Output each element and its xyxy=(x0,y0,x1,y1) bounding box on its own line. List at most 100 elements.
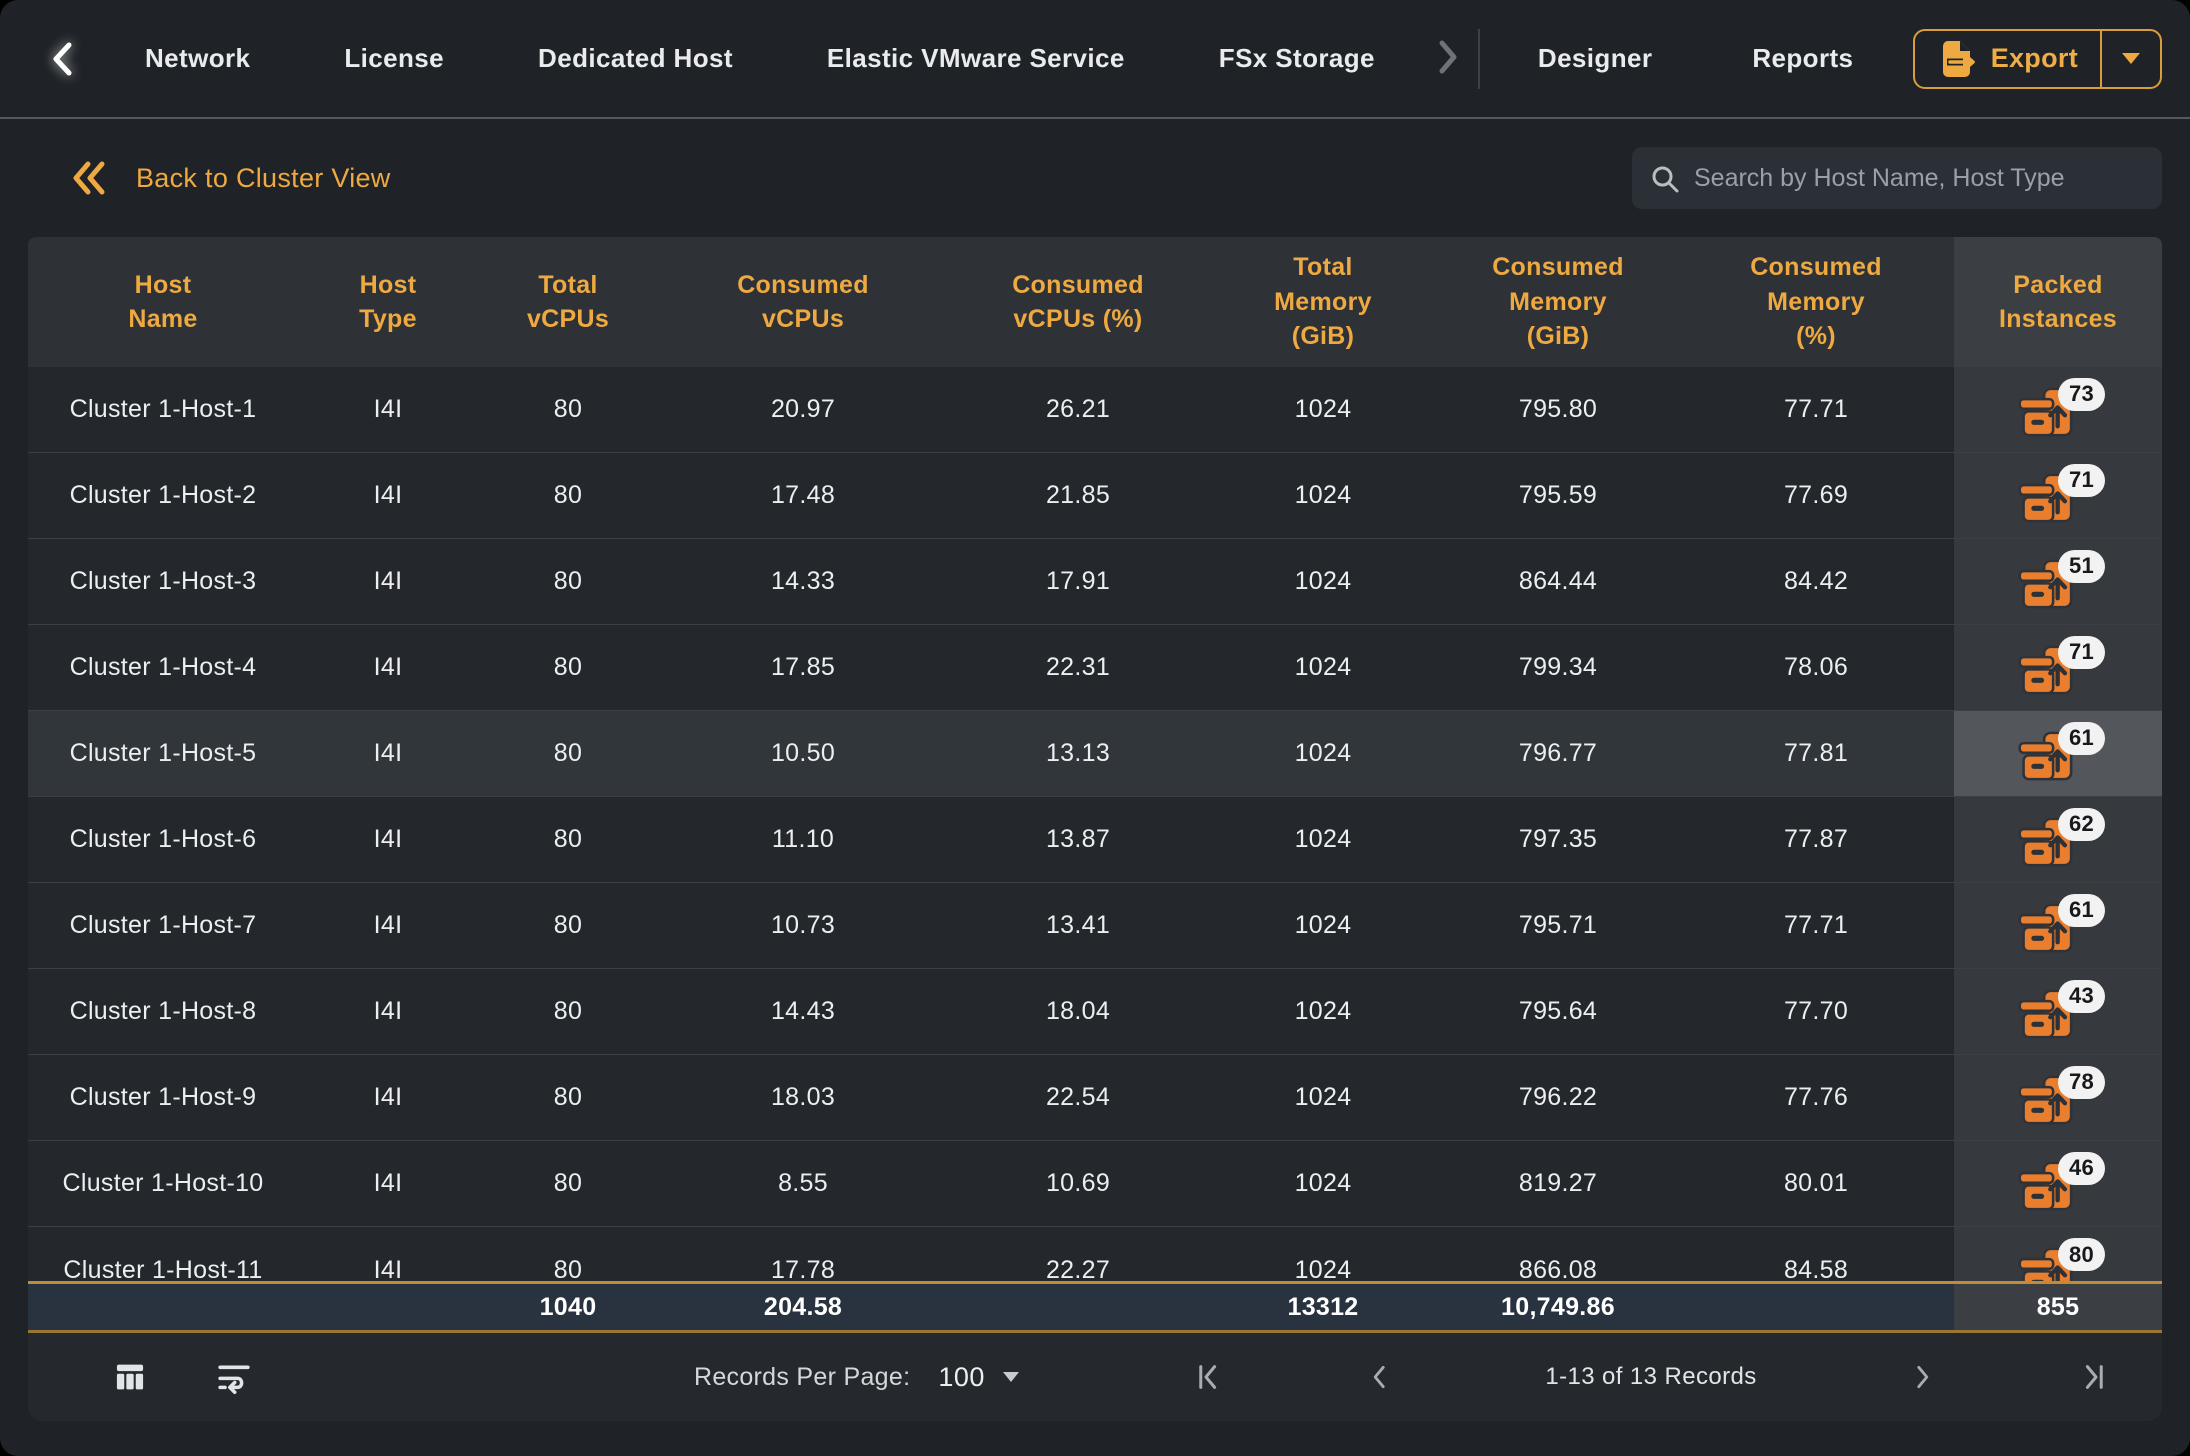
tabs-scroll-right-button[interactable] xyxy=(1426,39,1470,78)
cell-consumed-vcpus: 17.78 xyxy=(658,1227,948,1281)
table-row[interactable]: Cluster 1-Host-4 I4I 80 17.85 22.31 1024… xyxy=(28,625,2162,711)
last-page-button[interactable] xyxy=(2062,1347,2122,1407)
packed-instances-indicator: 71 xyxy=(2017,467,2099,525)
table-row[interactable]: Cluster 1-Host-1 I4I 80 20.97 26.21 1024… xyxy=(28,367,2162,453)
records-per-page: Records Per Page: 100 xyxy=(694,1361,1025,1394)
table-row[interactable]: Cluster 1-Host-6 I4I 80 11.10 13.87 1024… xyxy=(28,797,2162,883)
table-body: Cluster 1-Host-1 I4I 80 20.97 26.21 1024… xyxy=(28,367,2162,1281)
cell-consumed-vcpus: 14.33 xyxy=(658,539,948,624)
cell-consumed-memory-pct: 77.70 xyxy=(1678,969,1954,1054)
tab-designer[interactable]: Designer xyxy=(1488,43,1702,74)
export-split-button: Export xyxy=(1913,29,2162,89)
cell-host-type: I4I xyxy=(298,969,478,1054)
packed-count-badge: 73 xyxy=(2058,378,2105,411)
cell-host-type: I4I xyxy=(298,539,478,624)
cell-total-vcpus: 80 xyxy=(478,453,658,538)
cell-packed-instances: 46 xyxy=(1954,1141,2162,1226)
export-label: Export xyxy=(1991,43,2078,74)
table-row[interactable]: Cluster 1-Host-10 I4I 80 8.55 10.69 1024… xyxy=(28,1141,2162,1227)
tab-reports[interactable]: Reports xyxy=(1702,43,1903,74)
column-header-consumed-vcpus[interactable]: Consumed vCPUs xyxy=(658,237,948,367)
column-header-host-type[interactable]: Host Type xyxy=(298,237,478,367)
cell-consumed-memory: 795.64 xyxy=(1438,969,1678,1054)
cell-consumed-memory-pct: 77.87 xyxy=(1678,797,1954,882)
table-row[interactable]: Cluster 1-Host-7 I4I 80 10.73 13.41 1024… xyxy=(28,883,2162,969)
cell-total-vcpus: 80 xyxy=(478,625,658,710)
search-box xyxy=(1632,147,2162,209)
cell-total-memory: 1024 xyxy=(1208,1141,1438,1226)
cell-consumed-memory-pct: 84.58 xyxy=(1678,1227,1954,1281)
tab-dedicated-host[interactable]: Dedicated Host xyxy=(491,43,780,74)
cell-consumed-memory-pct: 77.71 xyxy=(1678,367,1954,452)
tab-fsx-storage[interactable]: FSx Storage xyxy=(1172,43,1422,74)
cell-host-name: Cluster 1-Host-6 xyxy=(28,797,298,882)
back-to-cluster-view-link[interactable]: Back to Cluster View xyxy=(64,157,397,199)
cell-packed-instances: 61 xyxy=(1954,711,2162,796)
cell-host-name: Cluster 1-Host-1 xyxy=(28,367,298,452)
wrap-text-button[interactable] xyxy=(204,1347,264,1407)
cell-host-name: Cluster 1-Host-5 xyxy=(28,711,298,796)
cell-consumed-memory-pct: 84.42 xyxy=(1678,539,1954,624)
cell-consumed-vcpus: 10.50 xyxy=(658,711,948,796)
table-columns-icon xyxy=(113,1360,147,1394)
export-file-icon xyxy=(1937,38,1977,80)
cell-host-type: I4I xyxy=(298,711,478,796)
column-settings-button[interactable] xyxy=(100,1347,160,1407)
packed-count-badge: 71 xyxy=(2058,464,2105,497)
cell-packed-instances: 62 xyxy=(1954,797,2162,882)
cell-packed-instances: 80 xyxy=(1954,1227,2162,1281)
column-header-total-vcpus[interactable]: Total vCPUs xyxy=(478,237,658,367)
next-page-button[interactable] xyxy=(1892,1347,1952,1407)
table-row[interactable]: Cluster 1-Host-3 I4I 80 14.33 17.91 1024… xyxy=(28,539,2162,625)
export-button[interactable]: Export xyxy=(1915,38,2100,80)
totals-consumed-memory: 10,749.86 xyxy=(1438,1284,1678,1330)
double-chevron-left-icon xyxy=(70,158,110,198)
table-totals-row: 1040 204.58 13312 10,749.86 855 xyxy=(28,1281,2162,1333)
cell-packed-instances: 51 xyxy=(1954,539,2162,624)
records-per-page-label: Records Per Page: xyxy=(694,1363,910,1392)
cell-consumed-vcpus: 20.97 xyxy=(658,367,948,452)
cell-host-type: I4I xyxy=(298,797,478,882)
first-page-button[interactable] xyxy=(1180,1347,1240,1407)
column-header-host-name[interactable]: Host Name xyxy=(28,237,298,367)
cell-total-memory: 1024 xyxy=(1208,883,1438,968)
column-header-packed-instances[interactable]: Packed Instances xyxy=(1954,237,2162,367)
cell-host-name: Cluster 1-Host-10 xyxy=(28,1141,298,1226)
tab-network[interactable]: Network xyxy=(98,43,297,74)
pagination-range-label: 1-13 of 13 Records xyxy=(1506,1363,1796,1391)
totals-consumed-memory-pct xyxy=(1678,1284,1954,1330)
cell-host-name: Cluster 1-Host-3 xyxy=(28,539,298,624)
tab-license[interactable]: License xyxy=(297,43,491,74)
cell-consumed-vcpus-pct: 13.41 xyxy=(948,883,1208,968)
table-row[interactable]: Cluster 1-Host-2 I4I 80 17.48 21.85 1024… xyxy=(28,453,2162,539)
column-header-consumed-vcpus-pct[interactable]: Consumed vCPUs (%) xyxy=(948,237,1208,367)
packed-count-badge: 61 xyxy=(2058,722,2105,755)
cell-host-name: Cluster 1-Host-4 xyxy=(28,625,298,710)
cell-consumed-memory: 799.34 xyxy=(1438,625,1678,710)
cell-consumed-memory-pct: 77.71 xyxy=(1678,883,1954,968)
records-per-page-select[interactable]: 100 xyxy=(932,1361,1025,1394)
cell-consumed-memory: 864.44 xyxy=(1438,539,1678,624)
column-header-total-memory[interactable]: Total Memory (GiB) xyxy=(1208,237,1438,367)
cell-total-memory: 1024 xyxy=(1208,539,1438,624)
tab-elastic-vmware-service[interactable]: Elastic VMware Service xyxy=(780,43,1172,74)
cell-host-type: I4I xyxy=(298,883,478,968)
nav-back-button[interactable] xyxy=(40,37,84,81)
totals-consumed-vcpus: 204.58 xyxy=(658,1284,948,1330)
table-row[interactable]: Cluster 1-Host-8 I4I 80 14.43 18.04 1024… xyxy=(28,969,2162,1055)
table-row[interactable]: Cluster 1-Host-9 I4I 80 18.03 22.54 1024… xyxy=(28,1055,2162,1141)
export-dropdown-button[interactable] xyxy=(2102,53,2160,64)
cell-total-vcpus: 80 xyxy=(478,797,658,882)
cell-host-type: I4I xyxy=(298,1141,478,1226)
cell-consumed-vcpus-pct: 17.91 xyxy=(948,539,1208,624)
cell-consumed-memory: 797.35 xyxy=(1438,797,1678,882)
packed-count-badge: 51 xyxy=(2058,550,2105,583)
column-header-consumed-memory-pct[interactable]: Consumed Memory (%) xyxy=(1678,237,1954,367)
previous-page-button[interactable] xyxy=(1350,1347,1410,1407)
cell-consumed-memory-pct: 77.81 xyxy=(1678,711,1954,796)
column-header-consumed-memory[interactable]: Consumed Memory (GiB) xyxy=(1438,237,1678,367)
table-row[interactable]: Cluster 1-Host-5 I4I 80 10.50 13.13 1024… xyxy=(28,711,2162,797)
table-row[interactable]: Cluster 1-Host-11 I4I 80 17.78 22.27 102… xyxy=(28,1227,2162,1281)
search-input[interactable] xyxy=(1632,147,2162,209)
cell-consumed-memory: 795.71 xyxy=(1438,883,1678,968)
